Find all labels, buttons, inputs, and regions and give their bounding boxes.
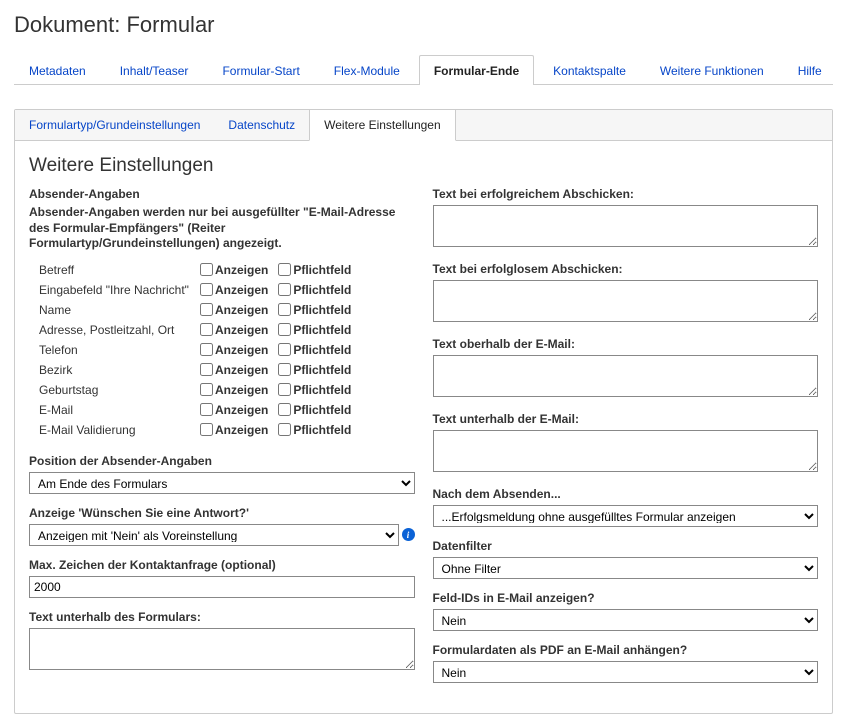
success-label: Text bei erfolgreichem Abschicken:: [433, 187, 819, 201]
required-checkbox[interactable]: [278, 323, 291, 336]
required-checkbox-label: Pflichtfeld: [293, 363, 351, 377]
show-checkbox[interactable]: [200, 323, 213, 336]
success-textarea[interactable]: [433, 205, 819, 247]
sender-field-label: Adresse, Postleitzahl, Ort: [39, 323, 194, 337]
required-checkbox-label: Pflichtfeld: [293, 423, 351, 437]
required-checkbox[interactable]: [278, 363, 291, 376]
datafilter-label: Datenfilter: [433, 539, 819, 553]
show-checkbox[interactable]: [200, 423, 213, 436]
show-checkbox-label: Anzeigen: [215, 303, 268, 317]
required-checkbox[interactable]: [278, 343, 291, 356]
sender-row: Eingabefeld "Ihre Nachricht" Anzeigen Pfli…: [39, 280, 415, 300]
required-checkbox-label: Pflichtfeld: [293, 403, 351, 417]
show-checkbox-label: Anzeigen: [215, 263, 268, 277]
pdf-label: Formulardaten als PDF an E-Mail anhängen…: [433, 643, 819, 657]
required-checkbox-label: Pflichtfeld: [293, 323, 351, 337]
required-checkbox[interactable]: [278, 283, 291, 296]
show-checkbox[interactable]: [200, 263, 213, 276]
answer-select[interactable]: Anzeigen mit 'Nein' als Voreinstellung: [29, 524, 399, 546]
show-checkbox[interactable]: [200, 403, 213, 416]
show-checkbox[interactable]: [200, 303, 213, 316]
show-checkbox-label: Anzeigen: [215, 403, 268, 417]
sender-note: Absender-Angaben werden nur bei ausgefül…: [29, 205, 415, 252]
required-checkbox[interactable]: [278, 383, 291, 396]
text-below-form-label: Text unterhalb des Formulars:: [29, 610, 415, 624]
sub-tab[interactable]: Weitere Einstellungen: [309, 110, 456, 141]
sender-field-label: E-Mail: [39, 403, 194, 417]
required-checkbox[interactable]: [278, 423, 291, 436]
above-email-label: Text oberhalb der E-Mail:: [433, 337, 819, 351]
content-box: Formulartyp/GrundeinstellungenDatenschut…: [14, 109, 833, 714]
sender-row: Bezirk Anzeigen Pflichtfeld: [39, 360, 415, 380]
sender-row: E-Mail Anzeigen Pflichtfeld: [39, 400, 415, 420]
maxchars-input[interactable]: [29, 576, 415, 598]
top-tab[interactable]: Formular-Start: [207, 55, 314, 85]
maxchars-label: Max. Zeichen der Kontaktanfrage (optiona…: [29, 558, 415, 572]
show-checkbox[interactable]: [200, 363, 213, 376]
info-icon[interactable]: i: [402, 528, 415, 541]
show-checkbox[interactable]: [200, 343, 213, 356]
text-below-form-textarea[interactable]: [29, 628, 415, 670]
sender-field-label: Bezirk: [39, 363, 194, 377]
fieldids-select[interactable]: Nein: [433, 609, 819, 631]
show-checkbox[interactable]: [200, 283, 213, 296]
show-checkbox-label: Anzeigen: [215, 363, 268, 377]
show-checkbox-label: Anzeigen: [215, 343, 268, 357]
required-checkbox[interactable]: [278, 303, 291, 316]
show-checkbox-label: Anzeigen: [215, 323, 268, 337]
top-tab[interactable]: Hilfe: [783, 55, 837, 85]
required-checkbox-label: Pflichtfeld: [293, 343, 351, 357]
sender-row: Geburtstag Anzeigen Pflichtfeld: [39, 380, 415, 400]
section-title: Weitere Einstellungen: [29, 155, 818, 177]
below-email-textarea[interactable]: [433, 430, 819, 472]
answer-label: Anzeige 'Wünschen Sie eine Antwort?': [29, 506, 415, 520]
show-checkbox-label: Anzeigen: [215, 283, 268, 297]
sender-row: Betreff Anzeigen Pflichtfeld: [39, 260, 415, 280]
sub-tab[interactable]: Datenschutz: [214, 110, 309, 140]
top-tab[interactable]: Kontaktspalte: [538, 55, 641, 85]
top-tabbar: MetadatenInhalt/TeaserFormular-StartFlex…: [14, 54, 833, 85]
required-checkbox-label: Pflichtfeld: [293, 303, 351, 317]
above-email-textarea[interactable]: [433, 355, 819, 397]
sub-tab[interactable]: Formulartyp/Grundeinstellungen: [15, 110, 214, 140]
page-title: Dokument: Formular: [14, 12, 833, 38]
fail-label: Text bei erfolglosem Abschicken:: [433, 262, 819, 276]
sender-heading: Absender-Angaben: [29, 187, 415, 201]
sender-field-label: Geburtstag: [39, 383, 194, 397]
sender-row: E-Mail Validierung Anzeigen Pflichtfeld: [39, 420, 415, 440]
show-checkbox-label: Anzeigen: [215, 423, 268, 437]
pdf-select[interactable]: Nein: [433, 661, 819, 683]
sender-row: Name Anzeigen Pflichtfeld: [39, 300, 415, 320]
sender-field-label: Eingabefeld "Ihre Nachricht": [39, 283, 194, 297]
top-tab[interactable]: Weitere Funktionen: [645, 55, 779, 85]
sender-row: Telefon Anzeigen Pflichtfeld: [39, 340, 415, 360]
top-tab[interactable]: Flex-Module: [319, 55, 415, 85]
sub-tabbar: Formulartyp/GrundeinstellungenDatenschut…: [15, 110, 832, 141]
below-email-label: Text unterhalb der E-Mail:: [433, 412, 819, 426]
required-checkbox-label: Pflichtfeld: [293, 283, 351, 297]
show-checkbox-label: Anzeigen: [215, 383, 268, 397]
show-checkbox[interactable]: [200, 383, 213, 396]
sender-field-label: E-Mail Validierung: [39, 423, 194, 437]
fieldids-label: Feld-IDs in E-Mail anzeigen?: [433, 591, 819, 605]
after-send-select[interactable]: ...Erfolgsmeldung ohne ausgefülltes Form…: [433, 505, 819, 527]
required-checkbox-label: Pflichtfeld: [293, 383, 351, 397]
position-select[interactable]: Am Ende des Formulars: [29, 472, 415, 494]
top-tab[interactable]: Inhalt/Teaser: [105, 55, 204, 85]
top-tab[interactable]: Formular-Ende: [419, 55, 534, 85]
sender-row: Adresse, Postleitzahl, Ort Anzeigen Pflich…: [39, 320, 415, 340]
required-checkbox-label: Pflichtfeld: [293, 263, 351, 277]
required-checkbox[interactable]: [278, 263, 291, 276]
top-tab[interactable]: Metadaten: [14, 55, 101, 85]
position-label: Position der Absender-Angaben: [29, 454, 415, 468]
required-checkbox[interactable]: [278, 403, 291, 416]
sender-field-label: Name: [39, 303, 194, 317]
sender-field-label: Betreff: [39, 263, 194, 277]
sender-rows: BetreffAnzeigenPflichtfeldEingabefeld "I…: [39, 260, 415, 440]
datafilter-select[interactable]: Ohne Filter: [433, 557, 819, 579]
after-send-label: Nach dem Absenden...: [433, 487, 819, 501]
sender-field-label: Telefon: [39, 343, 194, 357]
fail-textarea[interactable]: [433, 280, 819, 322]
